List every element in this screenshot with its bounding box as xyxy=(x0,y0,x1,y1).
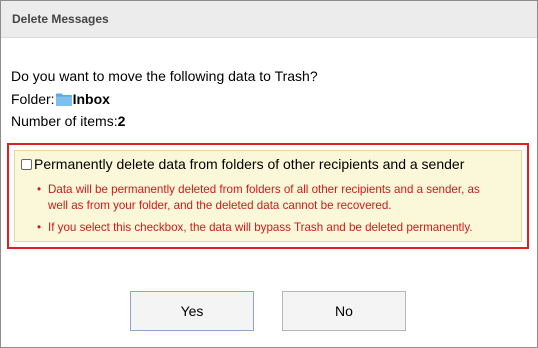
delete-messages-dialog: Delete Messages Do you want to move the … xyxy=(0,0,538,348)
warning-bullets: • Data will be permanently deleted from … xyxy=(37,182,515,242)
warning-panel: Permanently delete data from folders of … xyxy=(14,150,522,242)
items-line: Number of items:2 xyxy=(11,113,125,129)
warning-bullet-1-line-1: Data will be permanently deleted from fo… xyxy=(48,183,480,196)
warning-box: Permanently delete data from folders of … xyxy=(7,143,529,249)
bullet-dot: • xyxy=(37,183,42,196)
permanent-delete-option[interactable]: Permanently delete data from folders of … xyxy=(21,156,464,172)
warning-bullet-2: • If you select this checkbox, the data … xyxy=(37,220,515,236)
warning-bullet-1-line-2: well as from your folder, and the delete… xyxy=(48,199,392,212)
yes-button[interactable]: Yes xyxy=(130,291,254,331)
permanent-delete-checkbox[interactable] xyxy=(21,158,32,170)
dialog-title: Delete Messages xyxy=(1,1,537,38)
warning-bullet-2-text: If you select this checkbox, the data wi… xyxy=(48,221,473,234)
items-label: Number of items: xyxy=(11,113,118,129)
warning-bullet-1: • Data will be permanently deleted from … xyxy=(37,182,515,214)
folder-name: Inbox xyxy=(72,91,110,107)
permanent-delete-label: Permanently delete data from folders of … xyxy=(34,156,465,172)
folder-icon xyxy=(55,93,72,106)
no-button[interactable]: No xyxy=(282,291,406,331)
items-count: 2 xyxy=(117,113,126,129)
folder-label: Folder: xyxy=(11,91,55,107)
bullet-dot: • xyxy=(37,221,42,234)
confirm-question: Do you want to move the following data t… xyxy=(11,68,318,84)
folder-line: Folder: Inbox xyxy=(11,91,110,107)
